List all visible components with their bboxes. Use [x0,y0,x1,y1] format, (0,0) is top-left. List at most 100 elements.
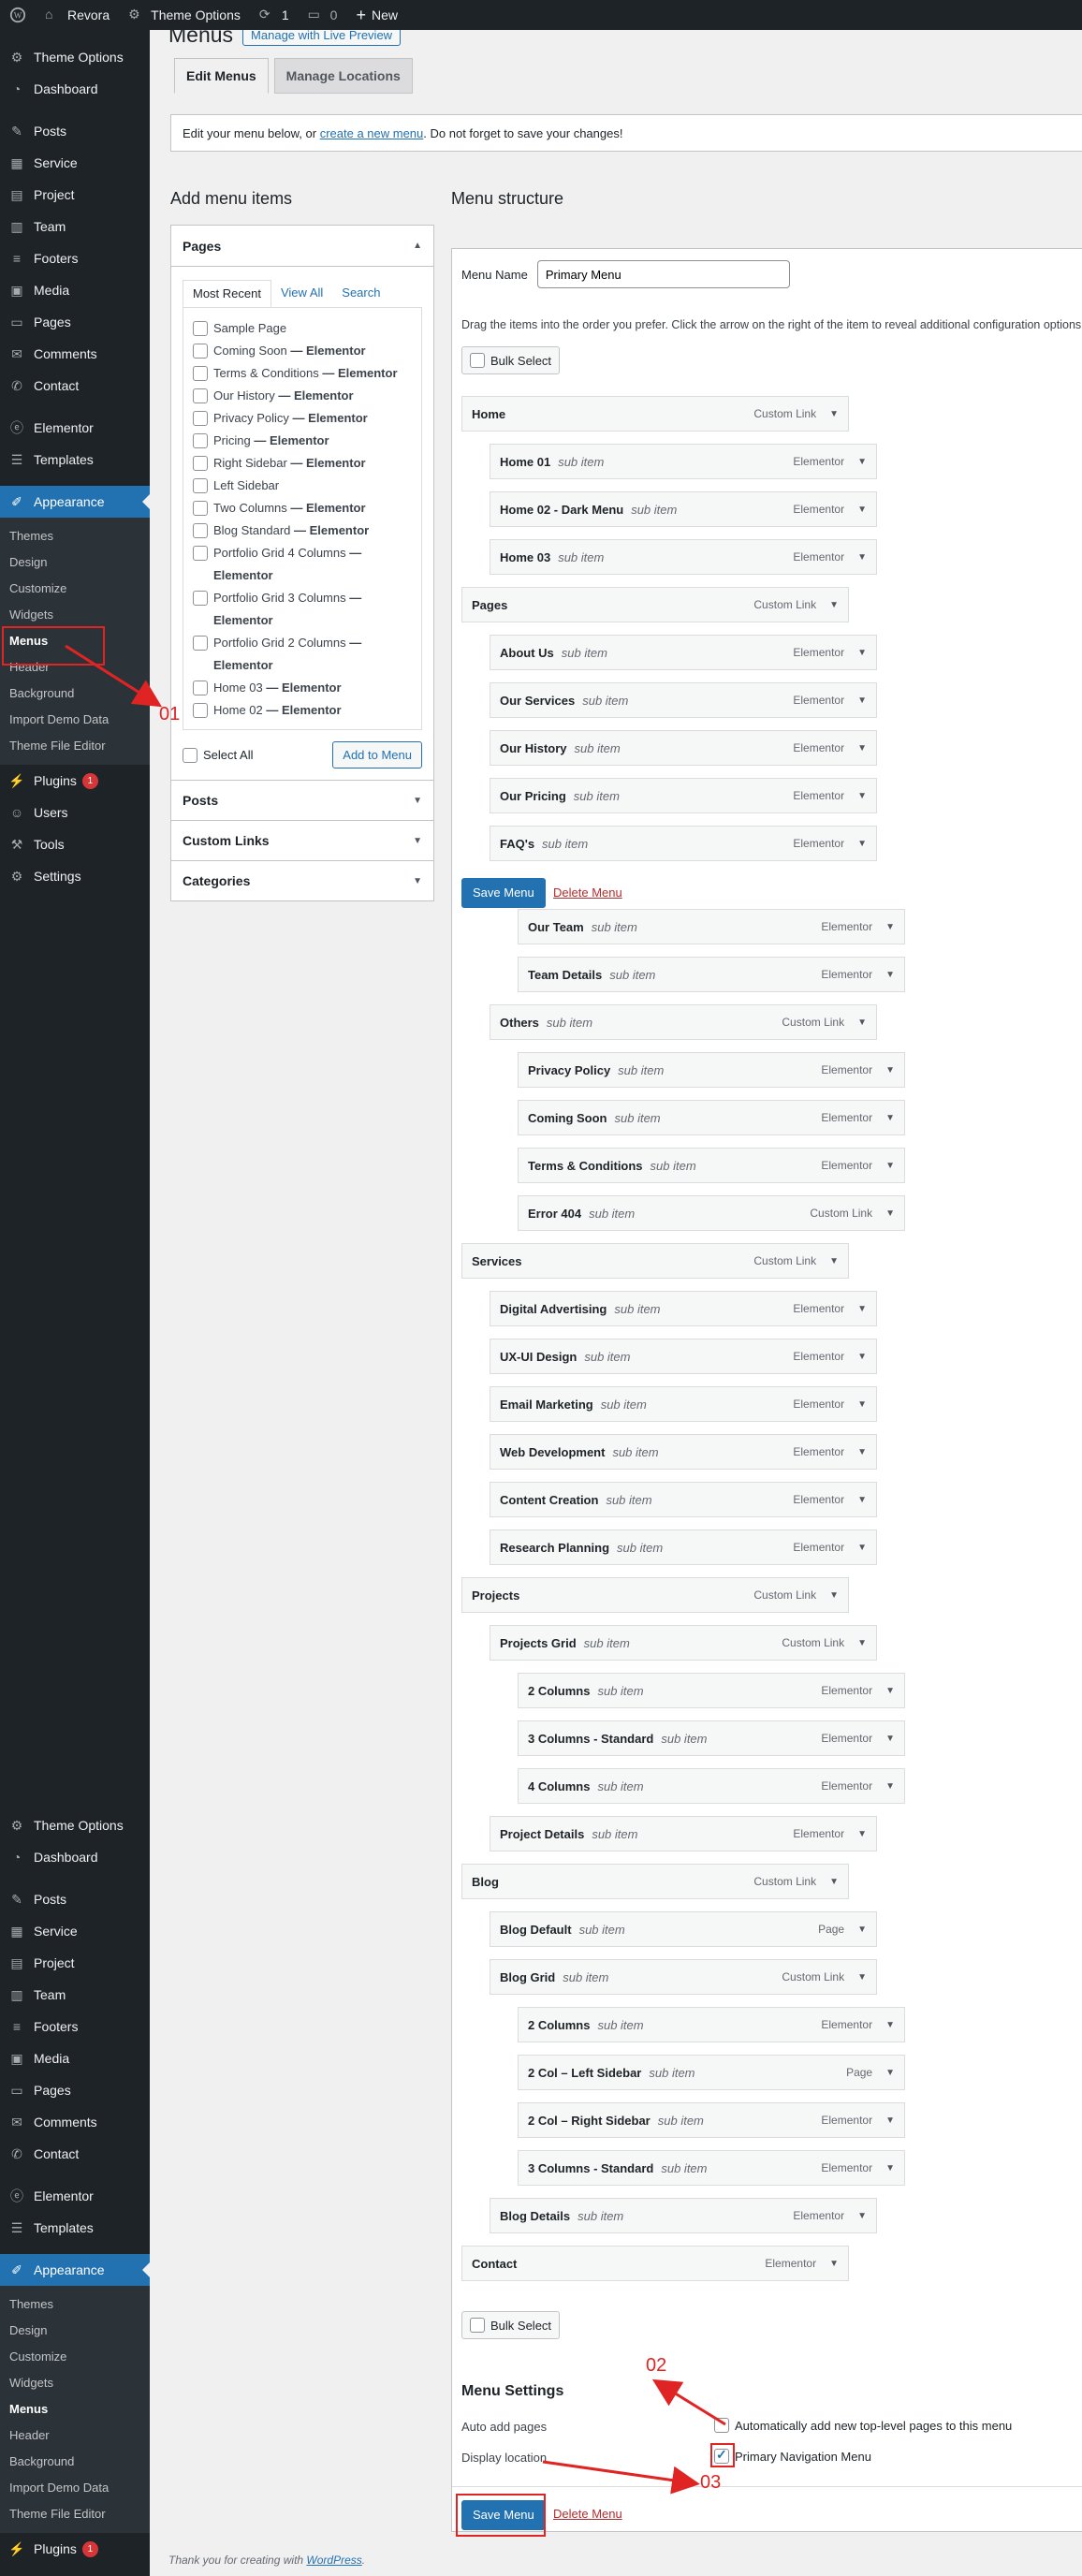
sidebar-item-theme-options[interactable]: ⚙ Theme Options [0,41,150,73]
expand-arrow-icon[interactable]: ▼ [857,1352,867,1362]
expand-arrow-icon[interactable]: ▼ [857,1495,867,1505]
submenu-item-background[interactable]: Background [0,2449,150,2475]
sidebar-item-settings[interactable]: ⚙ Settings [0,860,150,892]
menu-item-row[interactable]: Team Details sub item Elementor ▼ [518,957,905,992]
posts-accordion-header[interactable]: Posts ▼ [171,780,433,820]
expand-arrow-icon[interactable]: ▼ [885,1065,895,1076]
menu-item-row[interactable]: Coming Soon sub item Elementor ▼ [518,1100,905,1135]
sidebar-item-posts[interactable]: ✎ Posts [0,1883,150,1915]
live-preview-button[interactable]: Manage with Live Preview [242,30,402,46]
menu-item-row[interactable]: Blog Custom Link ▼ [461,1864,849,1899]
expand-arrow-icon[interactable]: ▼ [885,922,895,932]
menu-item-row[interactable]: FAQ's sub item Elementor ▼ [490,826,877,861]
sidebar-item-team[interactable]: ▥ Team [0,1979,150,2011]
custom-links-accordion-header[interactable]: Custom Links ▼ [171,820,433,860]
sidebar-item-contact[interactable]: ✆ Contact [0,370,150,402]
sidebar-item-elementor[interactable]: ⓔ Elementor [0,2180,150,2212]
page-checkbox-item[interactable]: Home 03 — Elementor [193,677,412,699]
menu-item-row[interactable]: Our Team sub item Elementor ▼ [518,909,905,944]
add-to-menu-button[interactable]: Add to Menu [332,741,422,768]
menu-item-row[interactable]: Our History sub item Elementor ▼ [490,730,877,766]
sidebar-item-team[interactable]: ▥ Team [0,211,150,242]
page-checkbox-item[interactable]: Privacy Policy — Elementor [193,407,412,430]
bulk-select-checkbox[interactable] [470,2318,485,2333]
expand-arrow-icon[interactable]: ▼ [885,1113,895,1123]
sidebar-item-templates[interactable]: ☰ Templates [0,444,150,476]
expand-arrow-icon[interactable]: ▼ [829,409,839,419]
page-checkbox[interactable] [193,456,208,471]
expand-arrow-icon[interactable]: ▼ [829,1877,839,1887]
menu-item-row[interactable]: Email Marketing sub item Elementor ▼ [490,1386,877,1422]
menu-item-row[interactable]: Home 03 sub item Elementor ▼ [490,539,877,575]
page-checkbox[interactable] [193,388,208,403]
updates-link[interactable]: ⟳ 1 [250,0,299,30]
expand-arrow-icon[interactable]: ▼ [857,505,867,515]
expand-arrow-icon[interactable]: ▼ [885,970,895,980]
page-checkbox-item[interactable]: Home 02 — Elementor [193,699,412,722]
expand-arrow-icon[interactable]: ▼ [857,1972,867,1983]
menu-item-row[interactable]: 3 Columns - Standard sub item Elementor ▼ [518,2150,905,2186]
sidebar-item-posts[interactable]: ✎ Posts [0,115,150,147]
expand-arrow-icon[interactable]: ▼ [885,1208,895,1219]
menu-item-row[interactable]: Web Development sub item Elementor ▼ [490,1434,877,1470]
save-menu-button-top[interactable]: Save Menu [461,878,546,908]
submenu-item-customize[interactable]: Customize [0,2344,150,2370]
menu-item-row[interactable]: 3 Columns - Standard sub item Elementor ▼ [518,1720,905,1756]
expand-arrow-icon[interactable]: ▼ [885,1686,895,1696]
sidebar-item-service[interactable]: ▦ Service [0,1915,150,1947]
page-checkbox[interactable] [193,411,208,426]
submenu-item-theme-file-editor[interactable]: Theme File Editor [0,2501,150,2527]
expand-arrow-icon[interactable]: ▼ [857,457,867,467]
categories-accordion-header[interactable]: Categories ▼ [171,860,433,900]
sidebar-item-users[interactable]: ☺Users [0,797,150,828]
select-all-checkbox[interactable] [183,747,197,763]
expand-arrow-icon[interactable]: ▼ [885,2020,895,2030]
create-menu-link[interactable]: create a new menu [320,126,424,140]
tab-manage-locations[interactable]: Manage Locations [273,58,413,94]
menu-item-row[interactable]: 2 Col – Left Sidebar sub item Page ▼ [518,2055,905,2090]
menu-name-input[interactable] [536,260,790,288]
page-checkbox-item[interactable]: Blog Standard — Elementor [193,520,412,542]
page-checkbox[interactable] [193,478,208,493]
menu-item-row[interactable]: Home Custom Link ▼ [461,396,849,432]
expand-arrow-icon[interactable]: ▼ [885,2115,895,2126]
new-content-link[interactable]: + New [346,0,407,30]
menu-item-row[interactable]: Projects Grid sub item Custom Link ▼ [490,1625,877,1661]
page-checkbox-item[interactable]: Pricing — Elementor [193,430,412,452]
tab-view-all[interactable]: View All [271,280,332,307]
page-checkbox[interactable] [193,366,208,381]
expand-arrow-icon[interactable]: ▼ [857,1829,867,1839]
expand-arrow-icon[interactable]: ▼ [857,839,867,849]
sidebar-item-footers[interactable]: ≡ Footers [0,2011,150,2042]
expand-arrow-icon[interactable]: ▼ [857,1017,867,1028]
page-checkbox-item[interactable]: Sample Page [193,317,412,340]
sidebar-item-media[interactable]: ▣ Media [0,2042,150,2074]
sidebar-item-theme-options[interactable]: ⚙ Theme Options [0,1809,150,1841]
menu-item-row[interactable]: Home 02 - Dark Menu sub item Elementor ▼ [490,491,877,527]
menu-item-row[interactable]: 2 Columns sub item Elementor ▼ [518,1673,905,1708]
theme-options-link[interactable]: ⚙ Theme Options [119,0,250,30]
menu-item-row[interactable]: Digital Advertising sub item Elementor ▼ [490,1291,877,1326]
sidebar-item-service[interactable]: ▦ Service [0,147,150,179]
pages-accordion-header[interactable]: Pages ▲ [171,226,433,267]
page-checkbox-item[interactable]: Right Sidebar — Elementor [193,452,412,475]
menu-item-row[interactable]: Contact Elementor ▼ [461,2246,849,2281]
page-checkbox-item[interactable]: Portfolio Grid 3 Columns — Elementor [193,587,412,632]
expand-arrow-icon[interactable]: ▼ [857,1399,867,1410]
menu-item-row[interactable]: Error 404 sub item Custom Link ▼ [518,1195,905,1231]
sidebar-item-pages[interactable]: ▭ Pages [0,306,150,338]
page-checkbox[interactable] [193,321,208,336]
sidebar-item-users[interactable]: ☺Users [0,2565,150,2576]
sidebar-item-media[interactable]: ▣ Media [0,274,150,306]
auto-add-pages-option[interactable]: Automatically add new top-level pages to… [714,2418,1012,2433]
sidebar-item-footers[interactable]: ≡ Footers [0,242,150,274]
page-checkbox-item[interactable]: Terms & Conditions — Elementor [193,362,412,385]
sidebar-item-plugins[interactable]: ⚡ Plugins 1 [0,2533,150,2565]
sidebar-item-comments[interactable]: ✉ Comments [0,2106,150,2138]
submenu-item-header[interactable]: Header [0,2422,150,2449]
page-checkbox[interactable] [193,546,208,561]
sidebar-item-appearance[interactable]: ✐ Appearance [0,2254,150,2286]
expand-arrow-icon[interactable]: ▼ [857,1304,867,1314]
expand-arrow-icon[interactable]: ▼ [885,2163,895,2174]
expand-arrow-icon[interactable]: ▼ [857,2211,867,2221]
